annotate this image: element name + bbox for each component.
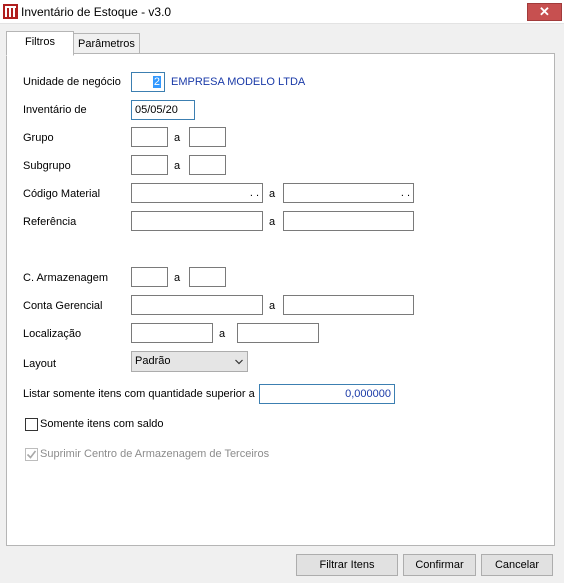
conta-separator: a — [269, 300, 276, 312]
armazenagem-to-input[interactable] — [189, 267, 226, 287]
armazenagem-label: C. Armazenagem — [23, 272, 108, 284]
close-icon: ✕ — [539, 4, 550, 19]
somente-saldo-checkbox[interactable] — [25, 418, 38, 431]
quantidade-label: Listar somente itens com quantidade supe… — [23, 388, 255, 400]
unidade-label: Unidade de negócio — [23, 76, 121, 88]
localizacao-label: Localização — [23, 328, 82, 340]
conta-label: Conta Gerencial — [23, 300, 103, 312]
localizacao-to-input[interactable] — [237, 323, 319, 343]
layout-select-value: Padrão — [135, 355, 171, 367]
conta-from-input[interactable] — [131, 295, 263, 315]
subgrupo-separator: a — [174, 160, 181, 172]
grupo-separator: a — [174, 132, 181, 144]
unidade-code-value: 2 — [152, 76, 161, 88]
app-icon — [3, 4, 18, 19]
close-button[interactable]: ✕ — [527, 3, 562, 21]
subgrupo-to-input[interactable] — [189, 155, 226, 175]
unidade-code-input[interactable]: 2 — [131, 72, 165, 92]
conta-to-input[interactable] — [283, 295, 414, 315]
codigo-label: Código Material — [23, 188, 101, 200]
localizacao-from-input[interactable] — [131, 323, 213, 343]
armazenagem-separator: a — [174, 272, 181, 284]
grupo-from-input[interactable] — [131, 127, 168, 147]
codigo-to-input[interactable]: . . — [283, 183, 414, 203]
localizacao-separator: a — [219, 328, 226, 340]
tab-filtros-label: Filtros — [25, 36, 55, 48]
layout-label: Layout — [23, 358, 57, 370]
tab-parametros[interactable]: Parâmetros — [71, 33, 140, 55]
referencia-separator: a — [269, 216, 276, 228]
quantidade-input[interactable]: 0,000000 — [259, 384, 395, 404]
chevron-down-icon — [235, 359, 243, 365]
codigo-from-input[interactable]: . . — [131, 183, 263, 203]
filtrar-itens-button[interactable]: Filtrar Itens — [296, 554, 398, 576]
grupo-label: Grupo — [23, 132, 54, 144]
armazenagem-from-input[interactable] — [131, 267, 168, 287]
title-bar: Inventário de Estoque - v3.0 ✕ — [0, 0, 564, 24]
referencia-to-input[interactable] — [283, 211, 414, 231]
referencia-from-input[interactable] — [131, 211, 263, 231]
confirmar-button[interactable]: Confirmar — [403, 554, 476, 576]
subgrupo-label: Subgrupo — [23, 160, 71, 172]
layout-select[interactable]: Padrão — [131, 351, 248, 372]
inventario-label: Inventário de — [23, 104, 87, 116]
tab-filtros[interactable]: Filtros — [6, 31, 74, 56]
suprimir-checkbox[interactable] — [25, 448, 38, 461]
grupo-to-input[interactable] — [189, 127, 226, 147]
referencia-label: Referência — [23, 216, 77, 228]
cancelar-button[interactable]: Cancelar — [481, 554, 553, 576]
subgrupo-from-input[interactable] — [131, 155, 168, 175]
window-title: Inventário de Estoque - v3.0 — [21, 5, 172, 19]
somente-saldo-label: Somente itens com saldo — [40, 418, 164, 430]
suprimir-label: Suprimir Centro de Armazenagem de Tercei… — [40, 448, 270, 460]
codigo-separator: a — [269, 188, 276, 200]
tab-parametros-label: Parâmetros — [78, 38, 135, 50]
unidade-name: EMPRESA MODELO LTDA — [171, 76, 306, 88]
inventario-date-input[interactable]: 05/05/20 — [131, 100, 195, 120]
checkmark-icon — [26, 450, 37, 459]
